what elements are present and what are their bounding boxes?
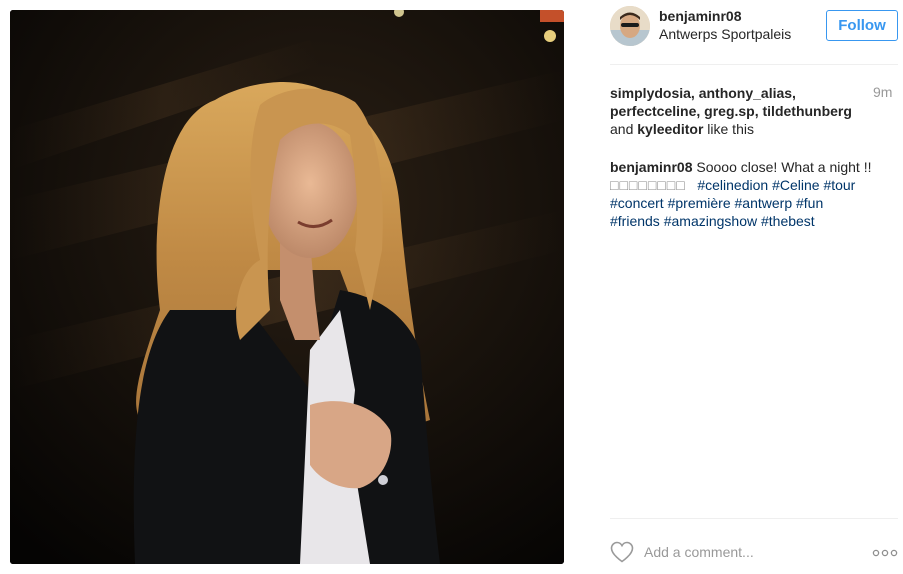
avatar-image bbox=[610, 6, 650, 46]
post-timestamp[interactable]: 9m bbox=[873, 84, 892, 100]
likes-names-line1[interactable]: simplydosia, anthony_alias, bbox=[610, 85, 796, 101]
likes-suffix: like this bbox=[707, 121, 754, 137]
caption-emoji: □□□□□□□□ bbox=[610, 177, 686, 193]
likes-names-line2[interactable]: perfectceline, greg.sp, tildethunberg bbox=[610, 103, 852, 119]
post-photo[interactable] bbox=[10, 10, 564, 564]
post-username[interactable]: benjaminr08 bbox=[659, 8, 741, 24]
likes-and: and bbox=[610, 121, 634, 137]
hashtag-link[interactable]: #fun bbox=[796, 195, 823, 211]
post-sidebar: benjaminr08 Antwerps Sportpaleis Follow … bbox=[586, 0, 903, 574]
header-divider bbox=[610, 64, 898, 65]
likes-summary: simplydosia, anthony_alias, perfectcelin… bbox=[610, 84, 870, 138]
concert-photo-image bbox=[10, 10, 564, 564]
hashtag-link[interactable]: #thebest bbox=[761, 213, 815, 229]
caption-username[interactable]: benjaminr08 bbox=[610, 159, 692, 175]
hashtag-link[interactable]: #celinedion bbox=[697, 177, 768, 193]
heart-icon[interactable] bbox=[610, 541, 634, 563]
hashtag-link[interactable]: #tour bbox=[823, 177, 855, 193]
post-location[interactable]: Antwerps Sportpaleis bbox=[659, 26, 791, 42]
hashtag-link[interactable]: #antwerp bbox=[735, 195, 793, 211]
post-caption: benjaminr08 Soooo close! What a night !!… bbox=[610, 158, 892, 230]
hashtag-link[interactable]: #première bbox=[668, 195, 731, 211]
likes-last-name[interactable]: kyleeditor bbox=[637, 121, 703, 137]
post-header: benjaminr08 Antwerps Sportpaleis Follow bbox=[610, 6, 898, 62]
hashtag-link[interactable]: #amazingshow bbox=[664, 213, 757, 229]
comment-input[interactable] bbox=[644, 542, 864, 562]
post-container: benjaminr08 Antwerps Sportpaleis Follow … bbox=[0, 0, 903, 574]
more-options-icon[interactable] bbox=[872, 549, 898, 557]
hashtag-link[interactable]: #concert bbox=[610, 195, 664, 211]
comments-divider bbox=[610, 518, 898, 519]
hashtag-link[interactable]: #friends bbox=[610, 213, 660, 229]
caption-text: Soooo close! What a night !! bbox=[696, 159, 872, 175]
hashtag-link[interactable]: #Celine bbox=[772, 177, 819, 193]
avatar[interactable] bbox=[610, 6, 650, 46]
follow-button[interactable]: Follow bbox=[826, 10, 898, 41]
